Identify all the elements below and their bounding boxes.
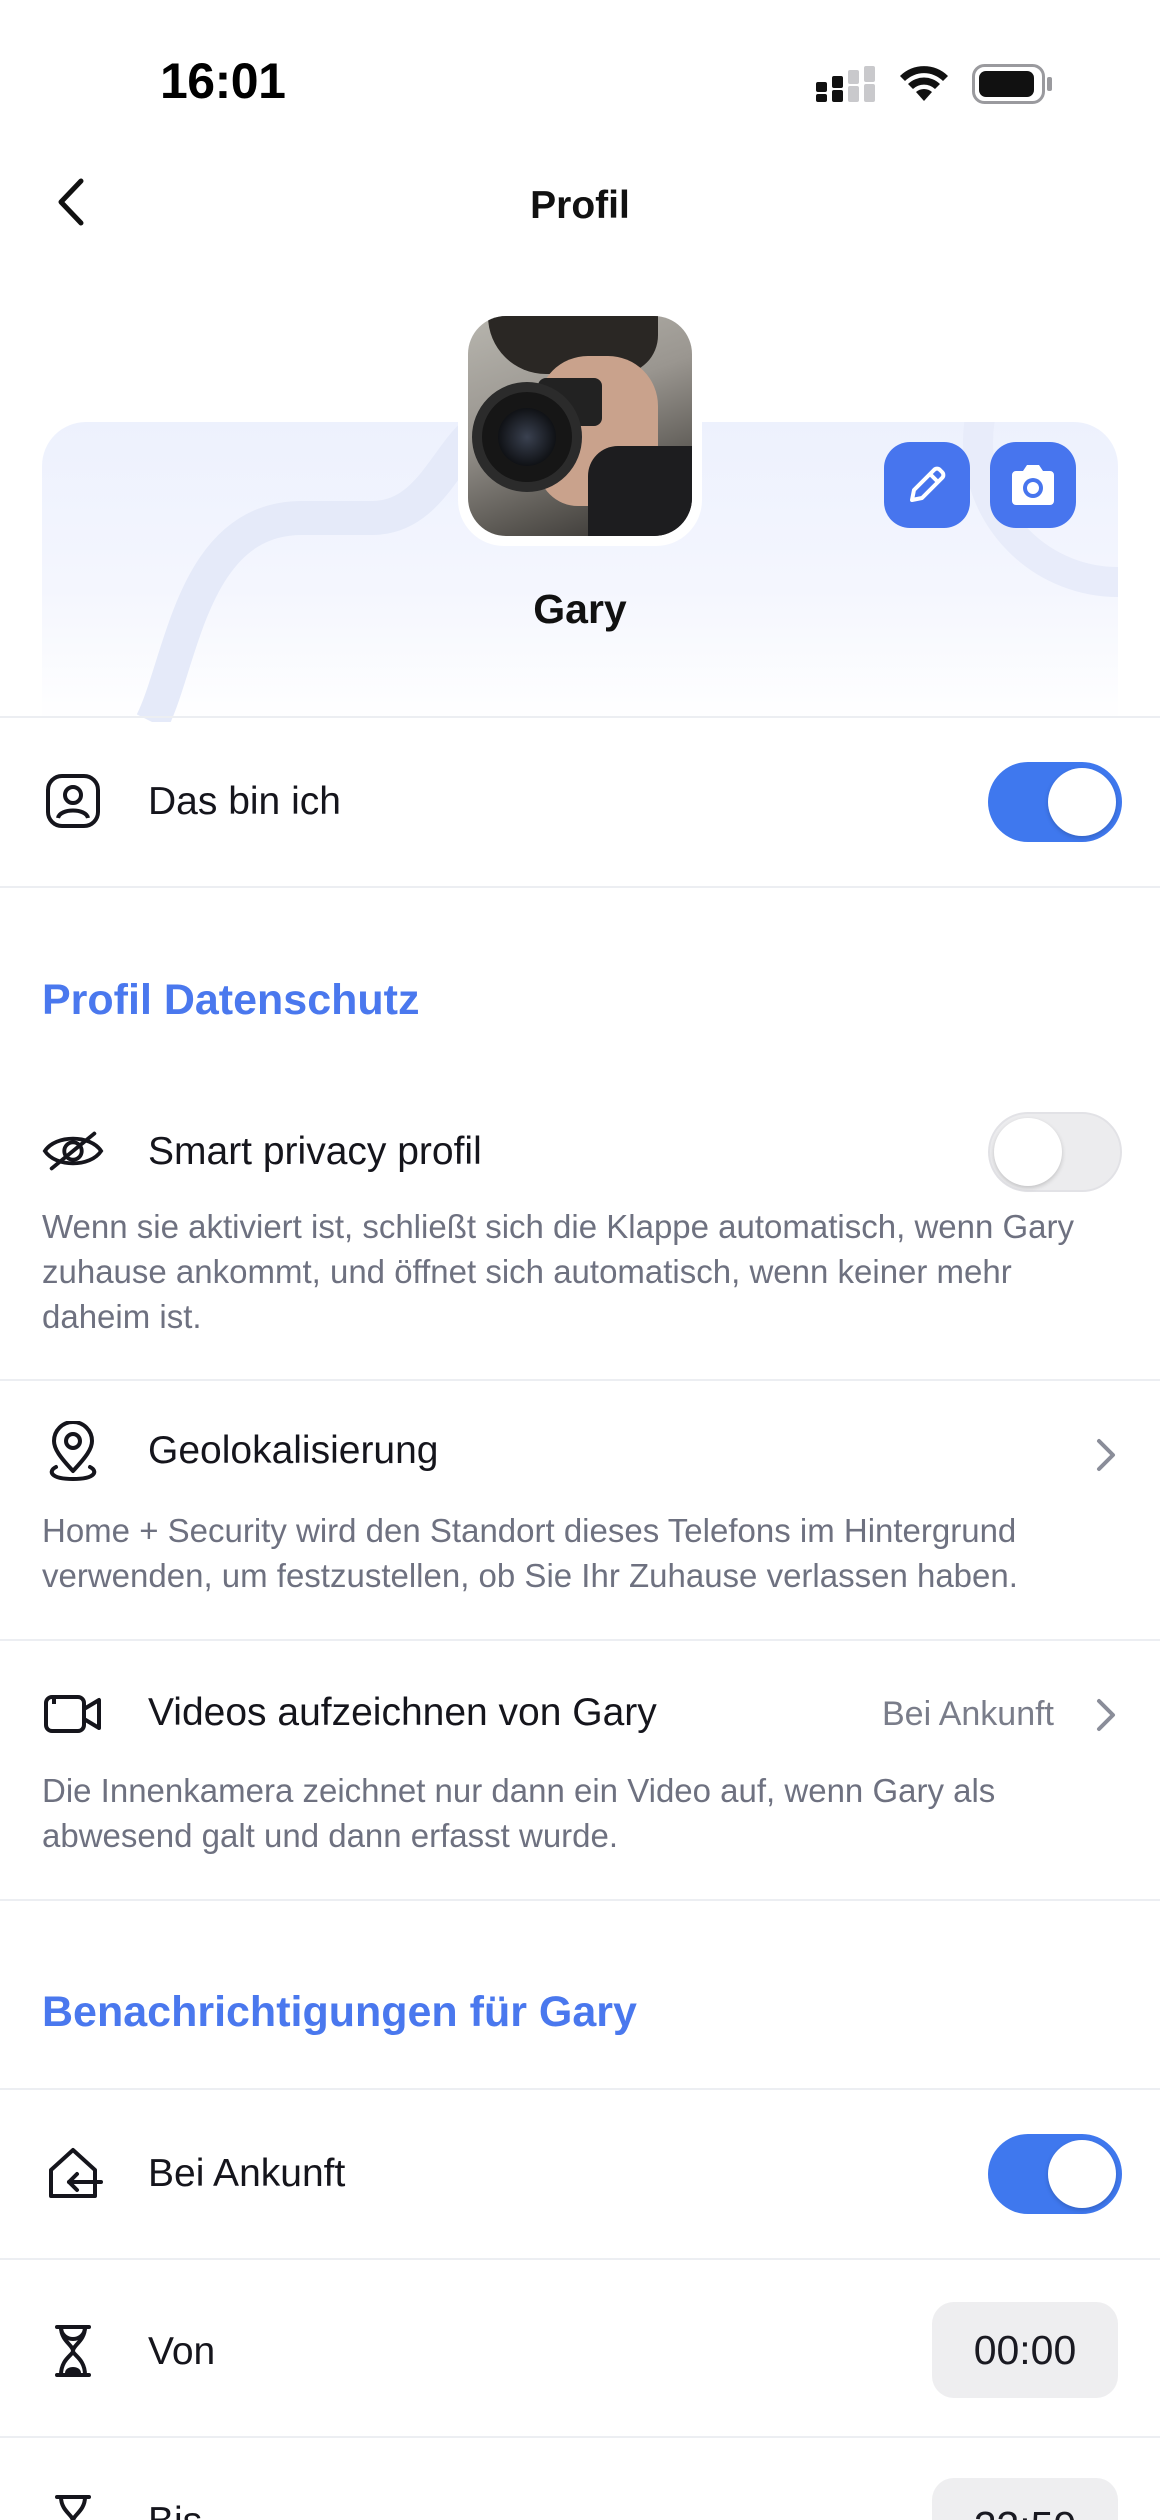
eye-icon	[42, 1120, 104, 1182]
divider	[0, 2258, 1160, 2260]
page-title: Profil	[530, 184, 630, 227]
divider	[0, 1899, 1160, 1901]
divider	[0, 2088, 1160, 2090]
geolocation-label: Geolokalisierung	[148, 1429, 439, 1472]
chevron-right-icon	[1086, 1693, 1126, 1737]
status-bar: 16:01	[0, 0, 1160, 150]
hourglass-icon	[42, 2490, 104, 2520]
geolocation-row[interactable]: Geolokalisierung Home + Security wird de…	[0, 1381, 1160, 1639]
change-photo-button[interactable]	[990, 442, 1076, 528]
wifi-icon	[898, 65, 950, 108]
geolocation-description: Home + Security wird den Standort dieses…	[42, 1512, 1018, 1594]
battery-icon	[972, 64, 1054, 109]
home-arrival-icon	[42, 2142, 104, 2204]
status-icons	[816, 64, 1054, 109]
cellular-signal-icon	[816, 66, 876, 107]
smart-privacy-label: Smart privacy profil	[148, 1130, 482, 1173]
from-time-picker[interactable]: 00:00	[932, 2302, 1118, 2398]
camera-icon	[1012, 465, 1054, 505]
record-videos-label: Videos aufzeichnen von Gary	[148, 1691, 657, 1734]
person-badge-icon	[42, 770, 104, 832]
record-videos-value: Bei Ankunft	[881, 1695, 1054, 1733]
to-label: Bis	[148, 2500, 202, 2520]
notifications-section-title: Benachrichtigungen für Gary	[42, 1988, 637, 2036]
avatar[interactable]	[458, 306, 702, 546]
record-videos-row[interactable]: Videos aufzeichnen von Gary Bei Ankunft …	[0, 1641, 1160, 1899]
arrival-toggle[interactable]	[988, 2134, 1122, 2214]
arrival-label: Bei Ankunft	[148, 2152, 346, 2195]
record-videos-description: Die Innenkamera zeichnet nur dann ein Vi…	[42, 1772, 996, 1854]
pencil-icon	[910, 466, 946, 502]
location-pin-icon	[42, 1421, 104, 1483]
profile-name: Gary	[533, 586, 627, 632]
divider	[0, 716, 1160, 718]
me-row-label: Das bin ich	[148, 780, 341, 823]
smart-privacy-description: Wenn sie aktiviert ist, schließt sich di…	[42, 1208, 1075, 1335]
divider	[0, 2436, 1160, 2438]
video-camera-icon	[42, 1683, 104, 1745]
avatar-photo	[468, 316, 692, 536]
profile-screen: 16:01 Profil Gary Das bin ich Profil Dat…	[0, 0, 1160, 2520]
status-time: 16:01	[160, 53, 286, 109]
divider	[0, 886, 1160, 888]
hourglass-icon	[42, 2320, 104, 2382]
privacy-section-title: Profil Datenschutz	[42, 976, 420, 1024]
to-time-picker[interactable]: 23:59	[932, 2478, 1118, 2520]
smart-privacy-toggle[interactable]	[988, 1112, 1122, 1192]
edit-profile-button[interactable]	[884, 442, 970, 528]
from-label: Von	[148, 2330, 216, 2373]
me-toggle[interactable]	[988, 762, 1122, 842]
chevron-right-icon	[1086, 1433, 1126, 1477]
